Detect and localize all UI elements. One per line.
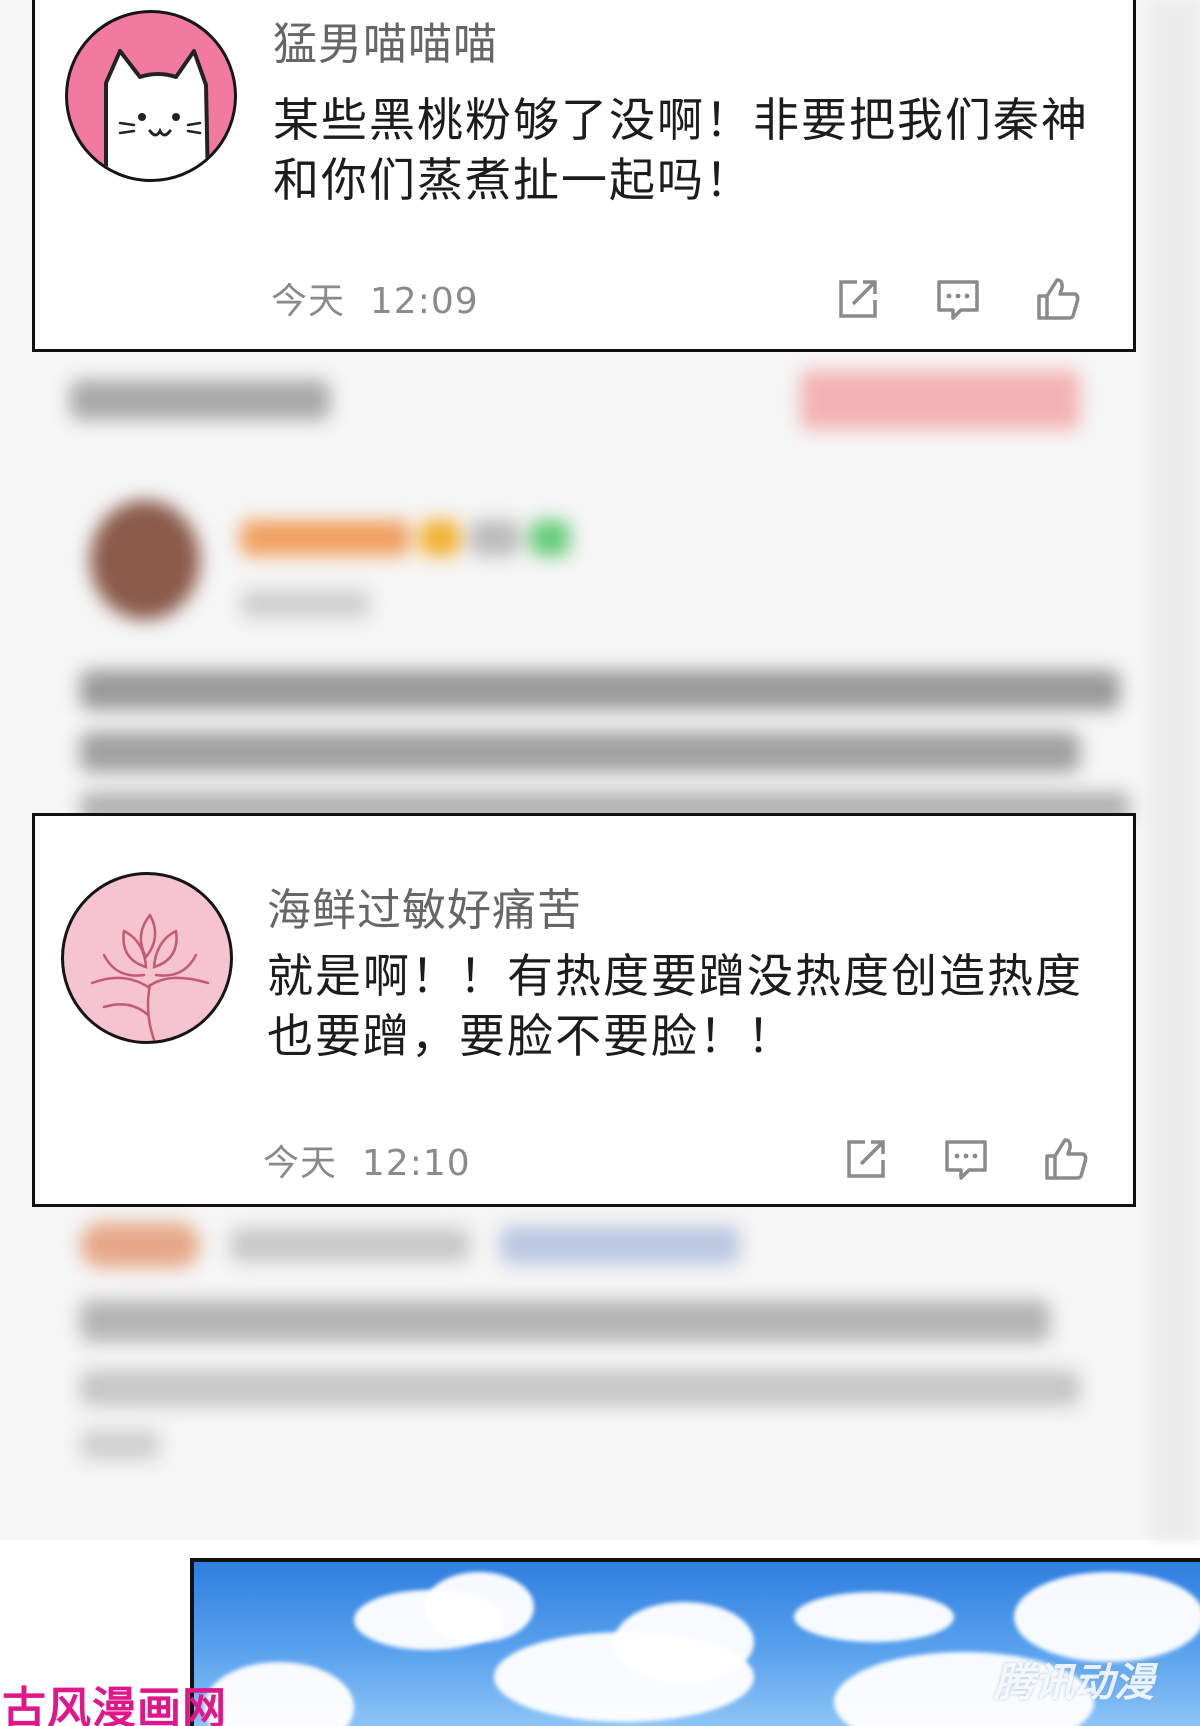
reply-button[interactable] [935,276,981,322]
username[interactable]: 猛男喵喵喵 [273,8,498,72]
blurred-avatar [90,500,210,630]
comment-text: 就是啊！！有热度要蹭没热度创造热度也要蹭，要脸不要脸！！ [267,949,1083,1063]
cloud [614,1602,754,1682]
timestamp-time: 12:10 [361,1143,471,1184]
timestamp-date: 今天 [271,281,346,322]
like-button[interactable] [1035,276,1081,322]
avatar[interactable] [61,872,233,1044]
flower-sketch-icon [90,913,210,1041]
cat-face-icon [104,49,210,179]
username[interactable]: 海鲜过敏好痛苦 [267,874,582,938]
avatar[interactable] [65,10,237,182]
reply-icon [945,1140,987,1180]
sky-comic-panel: 腾讯动漫 [190,1558,1200,1726]
blurred-comment-text [70,660,1150,822]
cloud [1014,1572,1200,1662]
timestamp-time: 12:09 [369,281,479,322]
share-button[interactable] [835,276,881,322]
like-icon [1037,278,1080,320]
share-button[interactable] [843,1136,889,1182]
comment-text: 某些黑桃粉够了没啊！非要把我们秦神和你们蒸煮扯一起吗！ [273,93,1089,207]
comment-actions [835,276,1081,322]
cloud [794,1592,954,1642]
blurred-scrollbar-strip [1150,0,1200,1540]
cloud [424,1572,534,1642]
like-icon [1045,1138,1088,1180]
share-icon [847,1140,885,1178]
blurred-meta-row [80,1210,780,1280]
timestamp: 今天 12:09 [271,272,479,324]
like-button[interactable] [1043,1136,1089,1182]
comment-actions [843,1136,1089,1182]
reply-button[interactable] [943,1136,989,1182]
watermark-site: 古风漫画网 [2,1683,227,1726]
blurred-username [240,510,570,570]
share-icon [839,280,877,318]
blurred-reply-count [70,370,370,430]
timestamp-date: 今天 [263,1143,338,1184]
reply-icon [937,280,979,320]
timestamp: 今天 12:10 [263,1134,471,1186]
comment-card: 海鲜过敏好痛苦 就是啊！！有热度要蹭没热度创造热度也要蹭，要脸不要脸！！ 今天 … [32,813,1136,1207]
blurred-timestamp [240,585,390,625]
watermark-tencent: 腾讯动漫 [994,1660,1154,1706]
comment-card: 猛男喵喵喵 某些黑桃粉够了没啊！非要把我们秦神和你们蒸煮扯一起吗！ 今天 12:… [32,0,1136,352]
blurred-sticker [800,360,1100,450]
blurred-comment-text-2 [70,1290,1090,1480]
